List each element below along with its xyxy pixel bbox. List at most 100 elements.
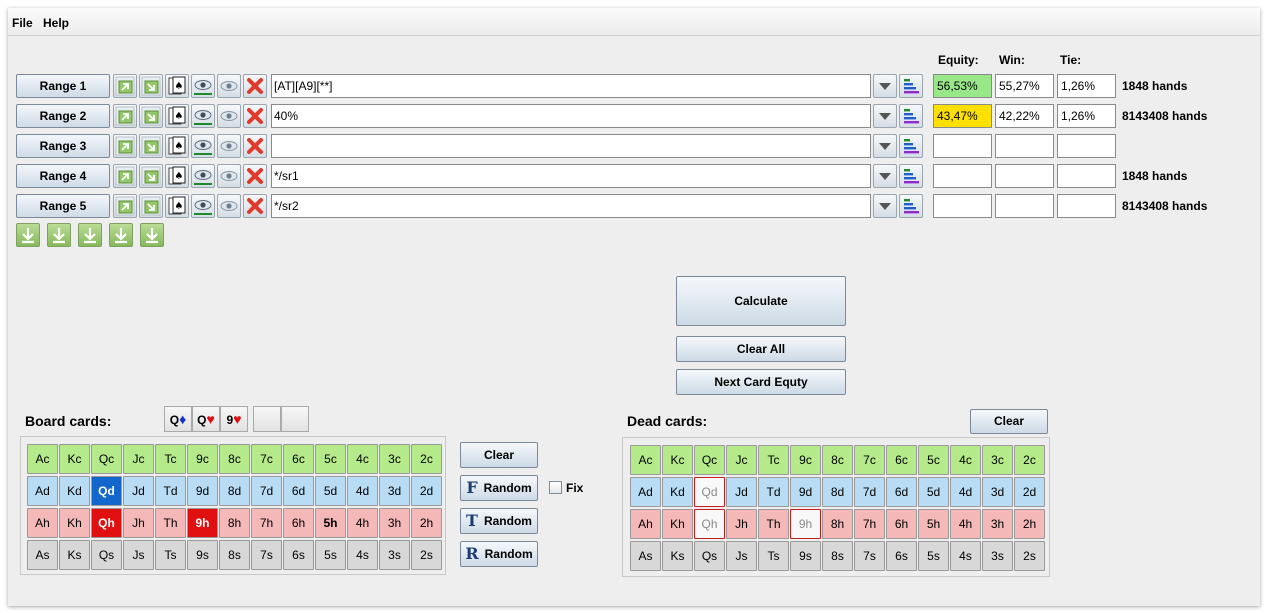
range-3-dropdown-button[interactable] (873, 134, 897, 158)
range-4-button[interactable]: Range 4 (16, 164, 110, 188)
move-down-button[interactable] (139, 74, 163, 98)
board-card-qc[interactable]: Qc (91, 444, 122, 474)
board-card-ah[interactable]: Ah (27, 508, 58, 538)
dead-card-6h[interactable]: 6h (886, 509, 917, 539)
show-button[interactable] (191, 104, 215, 128)
dead-card-5d[interactable]: 5d (918, 477, 949, 507)
board-card-5c[interactable]: 5c (315, 444, 346, 474)
dead-card-qd[interactable]: Qd (694, 477, 725, 507)
show-button[interactable] (191, 74, 215, 98)
board-slot-1[interactable]: Q♦ (164, 406, 192, 432)
dead-card-kc[interactable]: Kc (662, 445, 693, 475)
dead-card-kd[interactable]: Kd (662, 477, 693, 507)
dead-card-2d[interactable]: 2d (1014, 477, 1045, 507)
board-card-5h[interactable]: 5h (315, 508, 346, 538)
menu-help[interactable]: Help (43, 16, 69, 30)
board-card-8h[interactable]: 8h (219, 508, 250, 538)
dead-card-qc[interactable]: Qc (694, 445, 725, 475)
dead-card-qh[interactable]: Qh (694, 509, 725, 539)
board-card-ts[interactable]: Ts (155, 540, 186, 570)
range-1-stats-button[interactable] (899, 74, 923, 98)
dead-card-td[interactable]: Td (758, 477, 789, 507)
dead-card-jh[interactable]: Jh (726, 509, 757, 539)
board-card-th[interactable]: Th (155, 508, 186, 538)
hide-button[interactable] (217, 74, 241, 98)
remove-button[interactable] (243, 194, 267, 218)
board-card-6h[interactable]: 6h (283, 508, 314, 538)
dead-card-3h[interactable]: 3h (982, 509, 1013, 539)
dead-card-tc[interactable]: Tc (758, 445, 789, 475)
dead-card-4s[interactable]: 4s (950, 541, 981, 571)
dead-card-5s[interactable]: 5s (918, 541, 949, 571)
dead-card-9c[interactable]: 9c (790, 445, 821, 475)
move-up-button[interactable] (113, 134, 137, 158)
range-4-dropdown-button[interactable] (873, 164, 897, 188)
board-card-9s[interactable]: 9s (187, 540, 218, 570)
hide-button[interactable] (217, 164, 241, 188)
board-slot-5[interactable] (281, 406, 309, 432)
remove-button[interactable] (243, 74, 267, 98)
board-card-jd[interactable]: Jd (123, 476, 154, 506)
board-card-5d[interactable]: 5d (315, 476, 346, 506)
range-5-button[interactable]: Range 5 (16, 194, 110, 218)
board-card-qh[interactable]: Qh (91, 508, 122, 538)
dead-card-7s[interactable]: 7s (854, 541, 885, 571)
move-up-button[interactable] (113, 104, 137, 128)
board-card-2s[interactable]: 2s (411, 540, 442, 570)
board-card-kd[interactable]: Kd (59, 476, 90, 506)
dead-card-2h[interactable]: 2h (1014, 509, 1045, 539)
range-3-input[interactable] (271, 134, 871, 158)
random-turn-button[interactable]: T Random (460, 508, 538, 534)
range-5-stats-button[interactable] (899, 194, 923, 218)
dead-card-6c[interactable]: 6c (886, 445, 917, 475)
move-up-button[interactable] (113, 194, 137, 218)
dead-card-8c[interactable]: 8c (822, 445, 853, 475)
dead-card-8h[interactable]: 8h (822, 509, 853, 539)
dead-card-ah[interactable]: Ah (630, 509, 661, 539)
board-card-6d[interactable]: 6d (283, 476, 314, 506)
board-card-9d[interactable]: 9d (187, 476, 218, 506)
menu-file[interactable]: File (12, 16, 33, 30)
card-picker-button[interactable]: ♠ (165, 104, 189, 128)
down-arrow-button-2[interactable] (47, 223, 71, 247)
board-card-8d[interactable]: 8d (219, 476, 250, 506)
board-card-6c[interactable]: 6c (283, 444, 314, 474)
dead-card-ad[interactable]: Ad (630, 477, 661, 507)
down-arrow-button-5[interactable] (140, 223, 164, 247)
range-3-button[interactable]: Range 3 (16, 134, 110, 158)
board-card-as[interactable]: As (27, 540, 58, 570)
board-card-7d[interactable]: 7d (251, 476, 282, 506)
dead-card-8s[interactable]: 8s (822, 541, 853, 571)
board-card-7c[interactable]: 7c (251, 444, 282, 474)
board-card-qs[interactable]: Qs (91, 540, 122, 570)
board-card-tc[interactable]: Tc (155, 444, 186, 474)
range-1-button[interactable]: Range 1 (16, 74, 110, 98)
board-card-kc[interactable]: Kc (59, 444, 90, 474)
board-card-9c[interactable]: 9c (187, 444, 218, 474)
range-3-stats-button[interactable] (899, 134, 923, 158)
show-button[interactable] (191, 164, 215, 188)
board-card-9h[interactable]: 9h (187, 508, 218, 538)
dead-card-5h[interactable]: 5h (918, 509, 949, 539)
move-up-button[interactable] (113, 164, 137, 188)
board-card-ks[interactable]: Ks (59, 540, 90, 570)
dead-card-4c[interactable]: 4c (950, 445, 981, 475)
dead-card-9s[interactable]: 9s (790, 541, 821, 571)
dead-card-7h[interactable]: 7h (854, 509, 885, 539)
remove-button[interactable] (243, 134, 267, 158)
dead-card-3s[interactable]: 3s (982, 541, 1013, 571)
dead-card-th[interactable]: Th (758, 509, 789, 539)
dead-card-3d[interactable]: 3d (982, 477, 1013, 507)
board-card-4s[interactable]: 4s (347, 540, 378, 570)
board-card-2h[interactable]: 2h (411, 508, 442, 538)
board-card-3c[interactable]: 3c (379, 444, 410, 474)
range-5-input[interactable]: */sr2 (271, 194, 871, 218)
dead-card-as[interactable]: As (630, 541, 661, 571)
board-card-4d[interactable]: 4d (347, 476, 378, 506)
range-1-input[interactable]: [AT][A9][**] (271, 74, 871, 98)
board-card-5s[interactable]: 5s (315, 540, 346, 570)
dead-card-8d[interactable]: 8d (822, 477, 853, 507)
board-slot-4[interactable] (253, 406, 281, 432)
board-card-3h[interactable]: 3h (379, 508, 410, 538)
move-up-button[interactable] (113, 74, 137, 98)
